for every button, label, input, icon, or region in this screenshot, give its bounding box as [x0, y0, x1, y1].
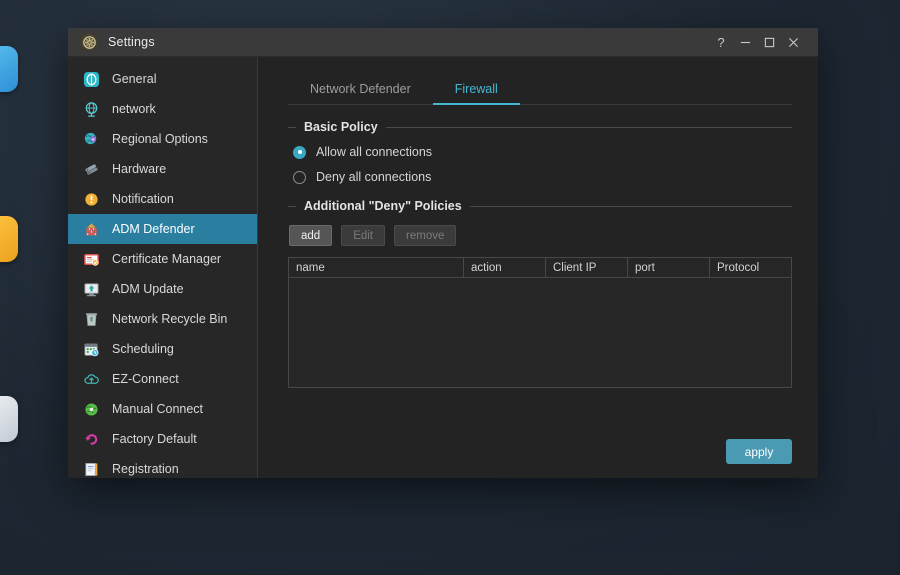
- globe-icon: [82, 100, 100, 118]
- recycle-bin-icon: [82, 310, 100, 328]
- sidebar-item-label: network: [112, 102, 156, 116]
- sidebar-item-ez-connect[interactable]: EZ-Connect: [68, 364, 257, 394]
- window-title: Settings: [108, 35, 155, 49]
- sidebar-item-label: Certificate Manager: [112, 252, 221, 266]
- sidebar-item-label: Notification: [112, 192, 174, 206]
- edit-button[interactable]: Edit: [341, 225, 385, 246]
- desktop-icon-partial-2[interactable]: [0, 216, 18, 267]
- sidebar-item-label: ADM Defender: [112, 222, 195, 236]
- sidebar-item-label: Network Recycle Bin: [112, 312, 227, 326]
- content-footer: apply: [288, 439, 792, 478]
- radio-indicator: [293, 171, 306, 184]
- basic-policy-legend: Basic Policy: [288, 120, 792, 134]
- sidebar-item-registration[interactable]: Registration: [68, 454, 257, 478]
- desktop-icon-label: ol: [0, 97, 18, 108]
- settings-content: Network Defender Firewall Basic Policy A…: [258, 57, 818, 478]
- table-header-row: name action Client IP port Protocol: [289, 258, 791, 278]
- sidebar-item-network[interactable]: network: [68, 94, 257, 124]
- gear-icon: [80, 33, 98, 51]
- sidebar-item-adm-update[interactable]: ADM Update: [68, 274, 257, 304]
- desktop-icon-tile: [0, 216, 18, 262]
- sidebar-item-factory-default[interactable]: Factory Default: [68, 424, 257, 454]
- sidebar-item-label: Scheduling: [112, 342, 174, 356]
- radio-allow-all-connections[interactable]: Allow all connections: [288, 145, 792, 159]
- sidebar-item-label: Manual Connect: [112, 402, 203, 416]
- additional-policies-legend-text: Additional "Deny" Policies: [304, 199, 462, 213]
- minimize-icon[interactable]: [733, 28, 757, 56]
- column-header-port[interactable]: port: [628, 258, 710, 277]
- desktop-icon-partial-1[interactable]: ol: [0, 46, 18, 108]
- manual-connect-icon: [82, 400, 100, 418]
- desktop-icon-partial-3[interactable]: er: [0, 396, 18, 458]
- sidebar-item-network-recycle-bin[interactable]: Network Recycle Bin: [68, 304, 257, 334]
- column-header-name[interactable]: name: [289, 258, 464, 277]
- desktop-icon-label: er: [0, 447, 18, 458]
- table-body-empty[interactable]: [289, 278, 791, 387]
- update-icon: [82, 280, 100, 298]
- sidebar-item-adm-defender[interactable]: ADM Defender: [68, 214, 257, 244]
- registration-icon: [82, 460, 100, 478]
- policy-toolbar: add Edit remove: [288, 225, 792, 246]
- calendar-clock-icon: [82, 340, 100, 358]
- notification-icon: [82, 190, 100, 208]
- radio-label: Deny all connections: [316, 170, 431, 184]
- column-header-client-ip[interactable]: Client IP: [546, 258, 628, 277]
- sidebar-item-manual-connect[interactable]: Manual Connect: [68, 394, 257, 424]
- sidebar-item-label: Factory Default: [112, 432, 197, 446]
- desktop-icon-tile: [0, 396, 18, 442]
- regional-options-icon: [82, 130, 100, 148]
- sidebar-item-regional-options[interactable]: Regional Options: [68, 124, 257, 154]
- add-button[interactable]: add: [289, 225, 332, 246]
- radio-label: Allow all connections: [316, 145, 432, 159]
- sidebar-item-label: General: [112, 72, 156, 86]
- tab-bar: Network Defender Firewall: [288, 69, 792, 105]
- sidebar-item-certificate-manager[interactable]: Certificate Manager: [68, 244, 257, 274]
- certificate-icon: [82, 250, 100, 268]
- column-header-action[interactable]: action: [464, 258, 546, 277]
- window-titlebar[interactable]: Settings ?: [68, 28, 818, 57]
- apply-button[interactable]: apply: [726, 439, 792, 464]
- general-icon: [82, 70, 100, 88]
- additional-policies-legend: Additional "Deny" Policies: [288, 199, 792, 213]
- close-icon[interactable]: [781, 28, 805, 56]
- sidebar-item-hardware[interactable]: Hardware: [68, 154, 257, 184]
- column-header-protocol[interactable]: Protocol: [710, 258, 791, 277]
- sidebar-item-scheduling[interactable]: Scheduling: [68, 334, 257, 364]
- sidebar-item-notification[interactable]: Notification: [68, 184, 257, 214]
- help-icon[interactable]: ?: [709, 28, 733, 56]
- sidebar-item-label: Registration: [112, 462, 179, 476]
- undo-arrow-icon: [82, 430, 100, 448]
- hardware-icon: [82, 160, 100, 178]
- basic-policy-section: Basic Policy Allow all connections Deny …: [288, 120, 792, 184]
- cloud-upload-icon: [82, 370, 100, 388]
- additional-deny-policies-section: Additional "Deny" Policies add Edit remo…: [288, 199, 792, 388]
- firewall-icon: [82, 220, 100, 238]
- radio-indicator: [293, 146, 306, 159]
- sidebar-item-label: EZ-Connect: [112, 372, 179, 386]
- tab-firewall[interactable]: Firewall: [433, 82, 520, 104]
- sidebar-item-general[interactable]: General: [68, 64, 257, 94]
- remove-button[interactable]: remove: [394, 225, 456, 246]
- maximize-icon[interactable]: [757, 28, 781, 56]
- desktop-icon-tile: [0, 46, 18, 92]
- settings-window: Settings ?: [68, 28, 818, 478]
- sidebar-item-label: Hardware: [112, 162, 166, 176]
- sidebar-item-label: Regional Options: [112, 132, 208, 146]
- window-controls: ?: [709, 28, 818, 56]
- sidebar-item-label: ADM Update: [112, 282, 184, 296]
- settings-sidebar: General network: [68, 57, 258, 478]
- tab-network-defender[interactable]: Network Defender: [288, 82, 433, 104]
- radio-deny-all-connections[interactable]: Deny all connections: [288, 170, 792, 184]
- policy-table: name action Client IP port Protocol: [288, 257, 792, 388]
- basic-policy-legend-text: Basic Policy: [304, 120, 378, 134]
